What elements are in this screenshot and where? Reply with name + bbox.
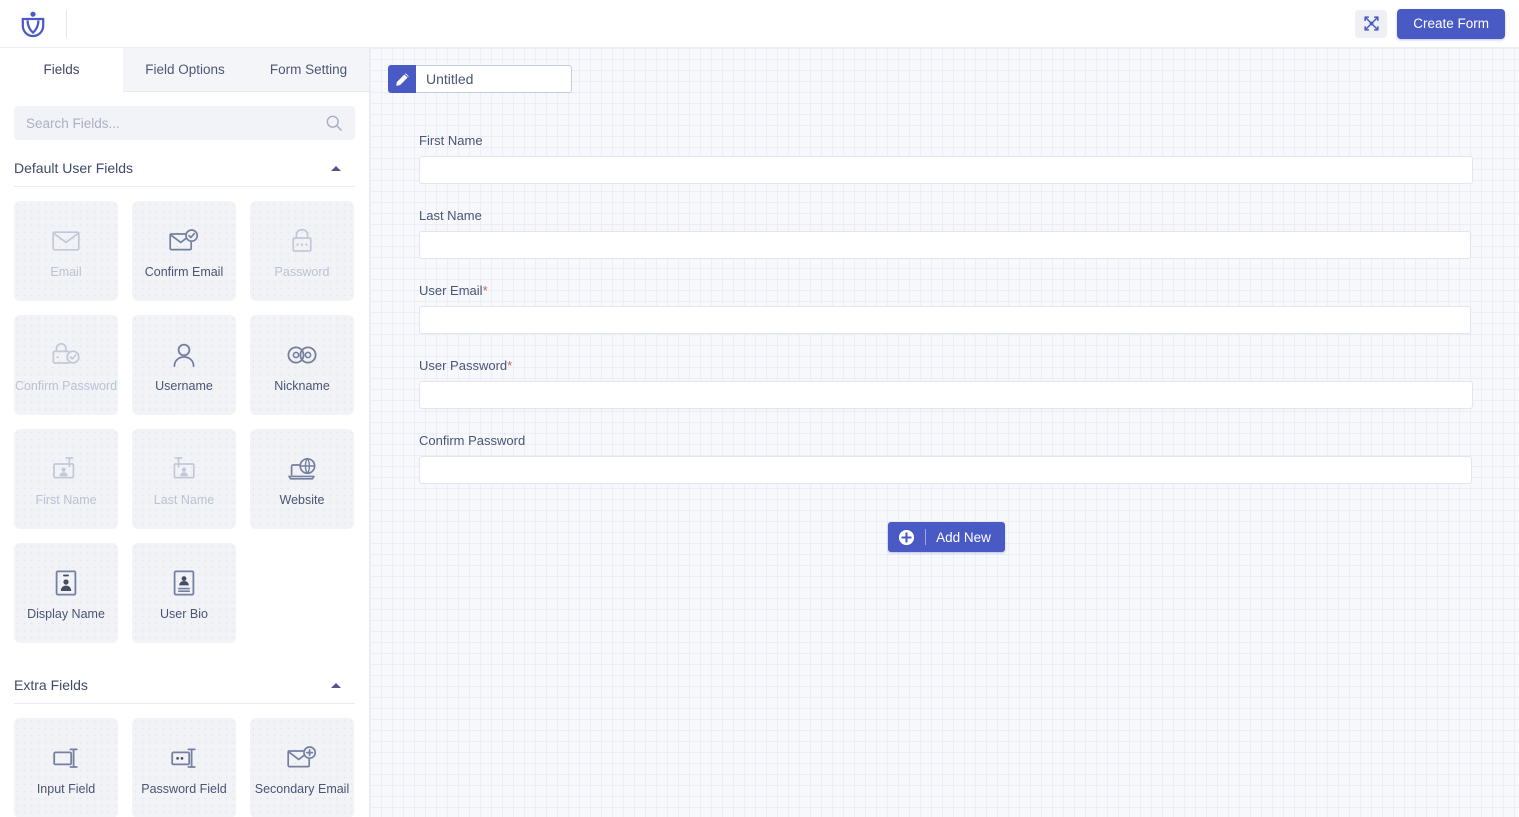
field-card-label: Confirm Password [14, 378, 118, 393]
search-row [0, 92, 369, 140]
field-card-label: Username [155, 378, 213, 393]
user-email-input[interactable] [419, 306, 1471, 334]
last-name-input[interactable] [419, 231, 1471, 259]
glasses-icon [287, 338, 317, 372]
envelope-check-icon [169, 224, 199, 258]
password-input-icon [170, 741, 198, 775]
field-card-label: Input Field [36, 781, 96, 796]
globe-laptop-icon [287, 452, 317, 486]
field-card-user-bio[interactable]: User Bio [132, 543, 236, 643]
field-card-label: First Name [35, 492, 97, 507]
tulip-logo-icon [21, 11, 45, 37]
field-card-username[interactable]: Username [132, 315, 236, 415]
field-card-secondary-email[interactable]: Secondary Email [250, 718, 354, 817]
field-card-first-name[interactable]: First Name [14, 429, 118, 529]
id-card-cursor-icon [170, 452, 198, 486]
field-card-password[interactable]: Password [250, 201, 354, 301]
form-field-last-name: Last Name [419, 208, 1474, 259]
field-label-text: User Password [419, 358, 508, 373]
field-label-text: User Email [419, 283, 483, 298]
field-card-email[interactable]: Email [14, 201, 118, 301]
form-title-row [388, 65, 572, 93]
first-name-input[interactable] [419, 156, 1473, 184]
field-card-label: Password [274, 264, 330, 279]
id-card-cursor-icon [52, 452, 80, 486]
field-label: User Password* [419, 358, 1474, 373]
field-card-confirm-email[interactable]: Confirm Email [132, 201, 236, 301]
field-card-nickname[interactable]: Nickname [250, 315, 354, 415]
field-card-label: Password Field [141, 781, 227, 796]
app-logo[interactable] [0, 10, 66, 38]
top-bar: Create Form [0, 0, 1519, 48]
expand-view-button[interactable] [1355, 9, 1388, 38]
field-label-text: First Name [419, 133, 483, 148]
extra-fields-grid: Input Field Password Field Secondary Ema… [0, 704, 369, 817]
section-title: Extra Fields [14, 677, 88, 693]
plus-circle-icon [898, 529, 915, 546]
field-card-label: Display Name [27, 606, 105, 621]
id-badge-icon [54, 566, 78, 600]
confirm-password-input[interactable] [419, 456, 1472, 484]
field-card-label: Last Name [153, 492, 215, 507]
field-card-website[interactable]: Website [250, 429, 354, 529]
field-card-label: Secondary Email [254, 781, 350, 796]
field-label-text: Confirm Password [419, 433, 526, 448]
search-box[interactable] [14, 106, 355, 140]
add-new-button[interactable]: Add New [888, 522, 1005, 552]
envelope-icon [52, 224, 80, 258]
form-field-user-password: User Password* [419, 358, 1474, 409]
field-card-password-field[interactable]: Password Field [132, 718, 236, 817]
tab-fields[interactable]: Fields [0, 48, 123, 92]
field-card-label: User Bio [160, 606, 208, 621]
field-label: User Email* [419, 283, 1474, 298]
field-label: Confirm Password [419, 433, 1474, 448]
field-card-label: Email [50, 264, 82, 279]
section-header-default-user-fields[interactable]: Default User Fields [0, 150, 369, 186]
section-title: Default User Fields [14, 160, 134, 176]
add-new-label: Add New [936, 529, 991, 545]
form-field-user-email: User Email* [419, 283, 1474, 334]
sidebar-tabs: Fields Field Options Form Setting [0, 48, 369, 92]
field-label-text: Last Name [419, 208, 482, 223]
required-marker: * [507, 358, 513, 373]
envelope-plus-icon [287, 741, 317, 775]
fields-sidebar: Fields Field Options Form Setting Defaul… [0, 48, 370, 817]
button-divider [925, 529, 927, 545]
field-card-input-field[interactable]: Input Field [14, 718, 118, 817]
field-card-label: Confirm Email [144, 264, 224, 279]
pencil-icon [395, 72, 409, 86]
field-label: First Name [419, 133, 1474, 148]
form-title-input[interactable] [416, 65, 572, 93]
expand-arrows-icon [1364, 16, 1379, 31]
search-input[interactable] [14, 106, 355, 140]
user-password-input[interactable] [419, 381, 1473, 409]
section-header-extra-fields[interactable]: Extra Fields [0, 667, 369, 703]
default-user-fields-grid: Email Confirm Email Password Confirm Pas… [0, 187, 369, 657]
caret-up-icon [331, 682, 341, 688]
field-card-label: Website [279, 492, 325, 507]
tab-form-setting[interactable]: Form Setting [247, 48, 369, 92]
field-card-confirm-password[interactable]: Confirm Password [14, 315, 118, 415]
create-form-button[interactable]: Create Form [1397, 8, 1505, 39]
add-new-row: Add New [419, 522, 1474, 552]
form-canvas: First Name Last Name User Email* User Pa… [370, 48, 1519, 817]
lock-dots-icon [290, 224, 314, 258]
logo-divider [66, 9, 67, 38]
tab-field-options[interactable]: Field Options [123, 48, 247, 92]
field-card-label: Nickname [274, 378, 330, 393]
field-label: Last Name [419, 208, 1474, 223]
text-input-icon [52, 741, 80, 775]
form-field-confirm-password: Confirm Password [419, 433, 1474, 484]
field-card-last-name[interactable]: Last Name [132, 429, 236, 529]
lock-check-icon [51, 338, 81, 372]
form-field-first-name: First Name [419, 133, 1474, 184]
field-card-display-name[interactable]: Display Name [14, 543, 118, 643]
edit-title-button[interactable] [388, 65, 416, 93]
caret-up-icon [331, 165, 341, 171]
person-icon [171, 338, 197, 372]
required-marker: * [482, 283, 488, 298]
top-bar-actions: Create Form [1355, 8, 1519, 39]
id-badge-lines-icon [172, 566, 196, 600]
form-fields-list: First Name Last Name User Email* User Pa… [419, 133, 1474, 552]
